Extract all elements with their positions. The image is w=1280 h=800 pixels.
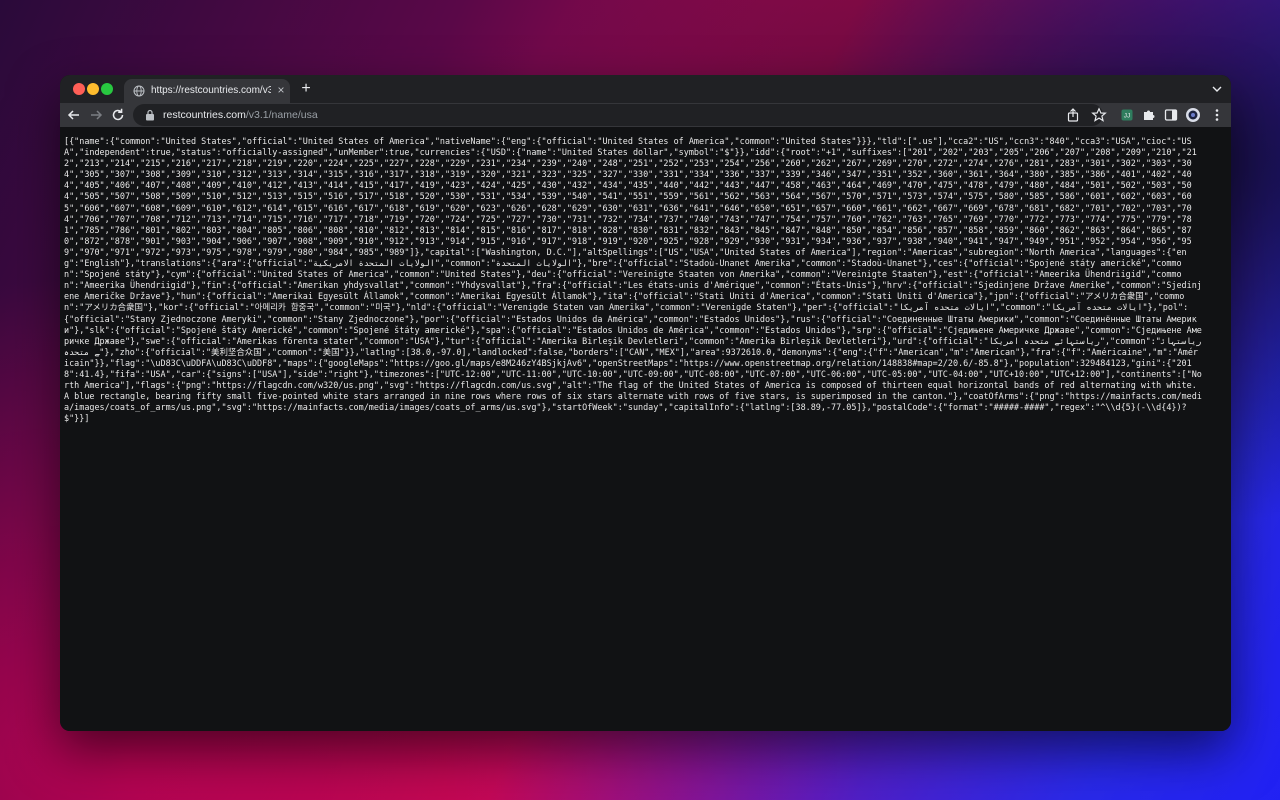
chevron-down-icon[interactable] xyxy=(1210,82,1224,96)
toolbar: restcountries.com/v3.1/name/usa JJ xyxy=(60,103,1231,127)
url-path: /v3.1/name/usa xyxy=(246,109,318,121)
forward-icon[interactable] xyxy=(88,107,104,123)
page-content: [{"name":{"common":"United States","offi… xyxy=(60,127,1231,731)
tab-title: https://restcountries.com/v3.1/ xyxy=(151,84,271,98)
menu-icon[interactable] xyxy=(1209,107,1225,123)
tab-active[interactable]: https://restcountries.com/v3.1/ × xyxy=(124,79,290,103)
url-text[interactable]: restcountries.com/v3.1/name/usa xyxy=(163,108,318,122)
new-tab-button[interactable]: + xyxy=(298,81,314,97)
profile-icon[interactable] xyxy=(1185,107,1201,123)
lock-icon[interactable] xyxy=(145,109,155,121)
zoom-window-button[interactable] xyxy=(101,83,113,95)
sidebar-icon[interactable] xyxy=(1163,107,1179,123)
tab-bar: https://restcountries.com/v3.1/ × + xyxy=(60,75,1231,103)
svg-text:JJ: JJ xyxy=(1124,113,1131,120)
browser-window: https://restcountries.com/v3.1/ × + rest… xyxy=(60,75,1231,731)
back-icon[interactable] xyxy=(66,107,82,123)
extension-icon[interactable]: JJ xyxy=(1119,107,1135,123)
share-icon[interactable] xyxy=(1065,107,1081,123)
tab-close-button[interactable]: × xyxy=(274,83,288,97)
reload-icon[interactable] xyxy=(110,107,126,123)
star-icon[interactable] xyxy=(1091,107,1107,123)
json-response-text: [{"name":{"common":"United States","offi… xyxy=(64,136,1202,424)
minimize-window-button[interactable] xyxy=(87,83,99,95)
puzzle-icon[interactable] xyxy=(1141,107,1157,123)
close-window-button[interactable] xyxy=(73,83,85,95)
address-bar[interactable]: restcountries.com/v3.1/name/usa xyxy=(133,104,1103,126)
url-host: restcountries.com xyxy=(163,109,246,121)
globe-icon xyxy=(133,85,145,97)
